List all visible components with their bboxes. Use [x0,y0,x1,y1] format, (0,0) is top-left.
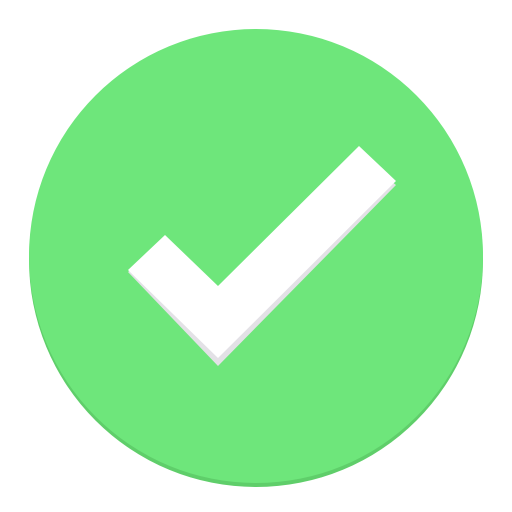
check-circle-svg [29,29,483,487]
check-circle-icon [0,0,512,512]
